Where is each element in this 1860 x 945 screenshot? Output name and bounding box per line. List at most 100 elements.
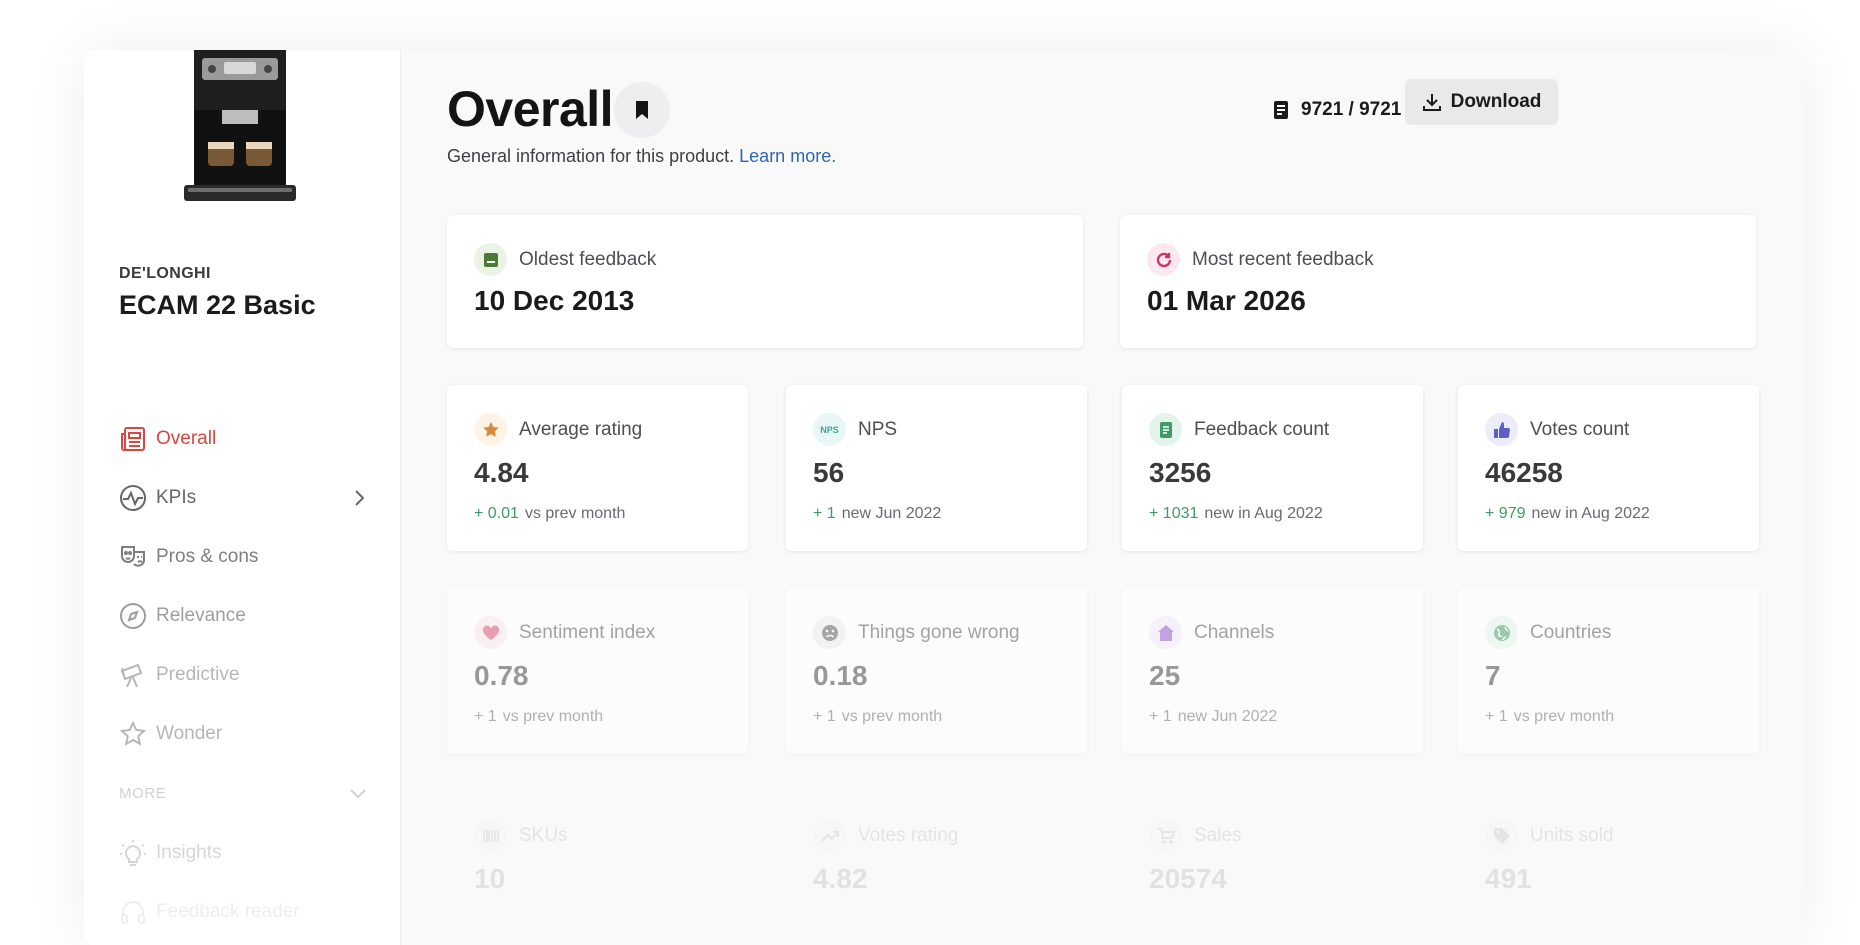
sidebar-item-feedback-reader[interactable]: Feedback reader	[119, 882, 369, 941]
delta-note: vs prev month	[841, 708, 943, 725]
thumbs-up-icon	[1485, 413, 1518, 446]
sidebar-item-label: Wonder	[156, 722, 223, 744]
card-value: 01 Mar 2026	[1147, 285, 1306, 316]
learn-more-link[interactable]: Learn more.	[739, 146, 836, 166]
sidebar-item-insights[interactable]: Insights	[119, 823, 369, 882]
sidebar-item-label: Feedback reader	[156, 900, 300, 922]
calendar-icon	[474, 243, 507, 276]
card-delta: + 0.01 vs prev month	[474, 505, 625, 523]
page-subtitle: General information for this product. Le…	[447, 146, 836, 167]
sidebar: DE'LONGHI ECAM 22 Basic Overall KPIs Pro…	[84, 50, 401, 945]
newspaper-icon	[119, 425, 147, 453]
bookmark-icon	[636, 101, 648, 119]
tag-icon	[1485, 819, 1518, 852]
masks-icon	[119, 543, 147, 571]
sidebar-item-kpis[interactable]: KPIs	[119, 468, 369, 527]
delta-value: + 0.01	[474, 505, 519, 522]
card-label: Units sold	[1530, 824, 1614, 846]
card-value: 0.78	[474, 660, 529, 691]
delta-note: new Jun 2022	[841, 505, 942, 522]
sidebar-item-relevance[interactable]: Relevance	[119, 586, 369, 645]
product-model: ECAM 22 Basic	[119, 290, 316, 320]
sidebar-item-pros-cons[interactable]: Pros & cons	[119, 527, 369, 586]
globe-icon	[1485, 616, 1518, 649]
page-title: Overall	[447, 81, 614, 137]
delta-note: vs prev month	[502, 708, 604, 725]
card-label: Average rating	[519, 418, 643, 440]
download-button[interactable]: Download	[1405, 79, 1558, 125]
sidebar-item-predictive[interactable]: Predictive	[119, 645, 369, 704]
card-label: Oldest feedback	[519, 248, 657, 270]
chevron-right-icon	[355, 489, 365, 506]
document-icon	[1149, 413, 1182, 446]
delta-value: + 979	[1485, 505, 1526, 522]
product-image	[184, 50, 296, 201]
card-delta: + 1 vs prev month	[474, 708, 603, 726]
kpi-card-average-rating[interactable]: Average rating 4.84 + 0.01 vs prev month	[447, 385, 748, 551]
document-icon	[1274, 101, 1288, 119]
delta-note: vs prev month	[1513, 708, 1615, 725]
card-value: 7	[1485, 660, 1501, 691]
delta-value: + 1	[813, 505, 836, 522]
card-label: Votes count	[1530, 418, 1630, 440]
sidebar-item-label: KPIs	[156, 486, 197, 508]
kpi-card-channels[interactable]: Channels 25 + 1 new Jun 2022	[1122, 588, 1423, 754]
card-value: 491	[1485, 863, 1532, 894]
sidebar-item-overall[interactable]: Overall	[119, 409, 369, 468]
kpi-card-units-sold[interactable]: Units sold 491	[1458, 791, 1759, 945]
kpi-card-things-gone-wrong[interactable]: Things gone wrong 0.18 + 1 vs prev month	[786, 588, 1087, 754]
sidebar-nav: Overall KPIs Pros & cons Relevance Predi…	[119, 409, 369, 941]
counter-value: 9721 / 9721	[1301, 99, 1402, 120]
chevron-down-icon	[350, 789, 366, 799]
sidebar-item-wonder[interactable]: Wonder	[119, 704, 369, 763]
card-value: 56	[813, 457, 845, 488]
telescope-icon	[119, 661, 147, 689]
sad-face-icon	[813, 616, 846, 649]
cart-icon	[1149, 819, 1182, 852]
kpi-card-votes-count[interactable]: Votes count 46258 + 979 new in Aug 2022	[1458, 385, 1759, 551]
sidebar-item-label: Predictive	[156, 663, 240, 685]
bookmark-button[interactable]	[614, 82, 670, 138]
card-value: 3256	[1149, 457, 1212, 488]
card-delta: + 1 vs prev month	[1485, 708, 1614, 726]
delta-note: new in Aug 2022	[1204, 505, 1323, 522]
card-label: SKUs	[519, 824, 568, 846]
card-label: Countries	[1530, 621, 1612, 643]
kpi-card-skus[interactable]: SKUs 10	[447, 791, 748, 945]
more-toggle[interactable]: MORE	[119, 763, 369, 823]
kpi-card-nps[interactable]: NPS NPS 56 + 1 new Jun 2022	[786, 385, 1087, 551]
kpi-card-sales[interactable]: Sales 20574	[1122, 791, 1423, 945]
delta-value: + 1	[1485, 708, 1508, 725]
feedback-counter: 9721 / 9721	[1271, 93, 1401, 127]
sidebar-item-label: Pros & cons	[156, 545, 259, 567]
card-delta: + 1 vs prev month	[813, 708, 942, 726]
card-label: Things gone wrong	[858, 621, 1020, 643]
kpi-card-countries[interactable]: Countries 7 + 1 vs prev month	[1458, 588, 1759, 754]
delta-value: + 1031	[1149, 505, 1199, 522]
card-label: Most recent feedback	[1192, 248, 1374, 270]
headphones-icon	[119, 898, 147, 926]
activity-icon	[119, 484, 147, 512]
kpi-card-feedback-count[interactable]: Feedback count 3256 + 1031 new in Aug 202…	[1122, 385, 1423, 551]
trend-up-icon	[813, 819, 846, 852]
refresh-icon	[1147, 243, 1180, 276]
subtitle-text: General information for this product.	[447, 146, 735, 166]
card-delta: + 979 new in Aug 2022	[1485, 505, 1650, 523]
card-value: 0.18	[813, 660, 868, 691]
card-value: 10 Dec 2013	[474, 285, 635, 316]
card-label: Votes rating	[858, 824, 959, 846]
sidebar-item-label: Overall	[156, 427, 217, 449]
card-label: Feedback count	[1194, 418, 1330, 440]
card-value: 46258	[1485, 457, 1563, 488]
card-value: 10	[474, 863, 506, 894]
kpi-card-sentiment-index[interactable]: Sentiment index 0.78 + 1 vs prev month	[447, 588, 748, 754]
card-label: NPS	[858, 418, 898, 440]
delta-value: + 1	[813, 708, 836, 725]
recent-feedback-card: Most recent feedback 01 Mar 2026	[1120, 215, 1756, 348]
card-value: 20574	[1149, 863, 1227, 894]
sidebar-item-label: Relevance	[156, 604, 246, 626]
download-label: Download	[1450, 91, 1542, 112]
card-delta: + 1031 new in Aug 2022	[1149, 505, 1323, 523]
kpi-card-votes-rating[interactable]: Votes rating 4.82	[786, 791, 1087, 945]
oldest-feedback-card: Oldest feedback 10 Dec 2013	[447, 215, 1083, 348]
